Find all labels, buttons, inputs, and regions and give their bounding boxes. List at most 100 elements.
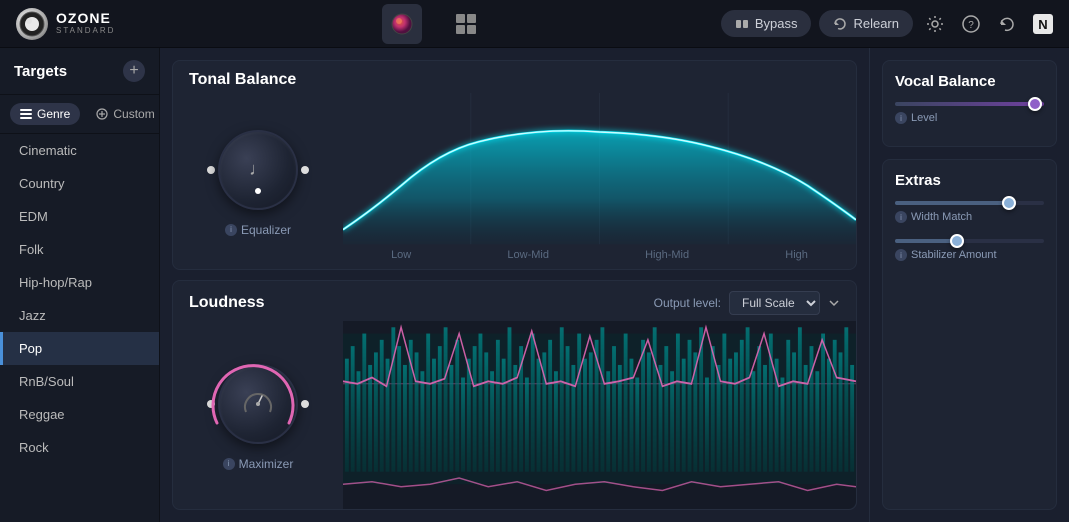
list-icon [20,108,32,120]
knob-right-dot [301,166,309,174]
equalizer-knob[interactable]: ♩ [213,125,303,215]
vocal-level-label: i Level [895,112,1044,124]
ozone-logo-icon [16,8,48,40]
vocal-info-icon[interactable]: i [895,112,907,124]
sidebar-item-jazz[interactable]: Jazz [0,299,159,332]
top-nav: OZONE STANDARD [0,0,1069,48]
maximizer-info-icon[interactable]: i [223,458,235,470]
nav-grid-btn[interactable] [446,4,486,44]
tab-custom-label: Custom [113,107,154,121]
maximizer-label: i Maximizer [223,457,294,471]
equalizer-knob-body[interactable]: ♩ [218,130,298,210]
width-match-label: i Width Match [895,211,1044,223]
sidebar-item-folk[interactable]: Folk [0,233,159,266]
equalizer-info-icon[interactable]: i [225,224,237,236]
right-panel: Vocal Balance i Level Extras [869,48,1069,522]
sidebar-tabs: Genre Custom [0,95,159,134]
equalizer-label-text: Equalizer [241,223,291,237]
plus-circle-icon [96,108,108,120]
svg-text:N: N [1038,17,1047,32]
maximizer-knob[interactable] [213,359,303,449]
knob-indicator-dot [255,188,261,194]
loudness-chart [343,321,856,509]
stabilizer-fill [895,239,955,243]
maximizer-knob-right-dot [301,400,309,408]
nav-center [160,4,709,44]
tonal-chart-svg [343,93,856,269]
help-icon[interactable]: ? [957,10,985,38]
tab-genre[interactable]: Genre [10,103,80,125]
dropdown-chevron-icon [828,297,840,309]
nav-right: Bypass Relearn ? [709,10,1069,38]
vocal-level-slider[interactable] [895,102,1044,106]
output-level-label: Output level: [654,296,721,310]
relearn-label: Relearn [853,16,899,31]
relearn-icon [833,17,847,31]
sidebar-item-rock[interactable]: Rock [0,431,159,464]
width-match-fill [895,201,1007,205]
undo-icon[interactable] [993,10,1021,38]
extras-title: Extras [895,172,1044,189]
sidebar-item-hiphop[interactable]: Hip-hop/Rap [0,266,159,299]
stabilizer-slider-row: i Stabilizer Amount [895,239,1044,261]
add-target-button[interactable]: + [123,60,145,82]
tonal-chart: Low Low-Mid High-Mid High [343,93,856,269]
tonal-left: ♩ i Equalizer [173,93,343,269]
chart-labels: Low Low-Mid High-Mid High [343,249,856,261]
vocal-balance-title: Vocal Balance [895,73,1044,90]
output-level-select[interactable]: Full Scale -1 dBFS -3 dBFS [729,291,820,315]
relearn-button[interactable]: Relearn [819,10,913,37]
main-layout: Targets + Genre Custom [0,48,1069,522]
width-match-slider-row: i Width Match [895,201,1044,223]
logo-edition: STANDARD [56,27,115,36]
loudness-chart-svg [343,321,856,509]
stabilizer-slider[interactable] [895,239,1044,243]
chart-label-low: Low [391,249,411,261]
sidebar-item-reggae[interactable]: Reggae [0,398,159,431]
loudness-left: i Maximizer [173,321,343,509]
settings-icon[interactable] [921,10,949,38]
knob-left-dot [207,166,215,174]
sidebar-title: Targets [14,63,67,80]
width-match-text: Width Match [911,211,972,223]
sidebar-list: Cinematic Country EDM Folk Hip-hop/Rap J… [0,134,159,522]
vocal-level-thumb[interactable] [1028,97,1042,111]
stabilizer-info-icon[interactable]: i [895,249,907,261]
logo-name: OZONE [56,11,115,26]
width-match-slider[interactable] [895,201,1044,205]
bypass-icon [735,17,749,31]
loudness-panel: Loudness Output level: Full Scale -1 dBF… [172,280,857,510]
knob-symbol: ♩ [249,159,267,180]
sidebar: Targets + Genre Custom [0,48,160,522]
equalizer-label: i Equalizer [225,223,291,237]
vocal-balance-section: Vocal Balance i Level [882,60,1057,147]
width-match-thumb[interactable] [1002,196,1016,210]
loudness-header: Loudness Output level: Full Scale -1 dBF… [173,281,856,315]
tab-genre-label: Genre [37,107,70,121]
logo-text: OZONE STANDARD [56,11,115,35]
sidebar-item-edm[interactable]: EDM [0,200,159,233]
sidebar-item-pop[interactable]: Pop [0,332,159,365]
chart-label-highmid: High-Mid [645,249,689,261]
bypass-label: Bypass [755,16,798,31]
sidebar-item-country[interactable]: Country [0,167,159,200]
svg-text:?: ? [968,20,974,31]
stabilizer-thumb[interactable] [950,234,964,248]
sidebar-item-rnb[interactable]: RnB/Soul [0,365,159,398]
content-area: Tonal Balance ♩ i Equalizer [160,48,869,522]
tonal-balance-panel: Tonal Balance ♩ i Equalizer [172,60,857,270]
nav-orb-btn[interactable] [382,4,422,44]
chart-label-high: High [785,249,808,261]
vocal-level-text: Level [911,112,937,124]
stabilizer-text: Stabilizer Amount [911,249,997,261]
sidebar-item-cinematic[interactable]: Cinematic [0,134,159,167]
tab-custom[interactable]: Custom [86,103,164,125]
bypass-button[interactable]: Bypass [721,10,812,37]
logo-area: OZONE STANDARD [0,8,160,40]
extras-section: Extras i Width Match i [882,159,1057,510]
width-match-info-icon[interactable]: i [895,211,907,223]
maximizer-label-text: Maximizer [239,457,294,471]
stabilizer-label: i Stabilizer Amount [895,249,1044,261]
loudness-title: Loudness [189,294,265,312]
sidebar-header: Targets + [0,48,159,95]
